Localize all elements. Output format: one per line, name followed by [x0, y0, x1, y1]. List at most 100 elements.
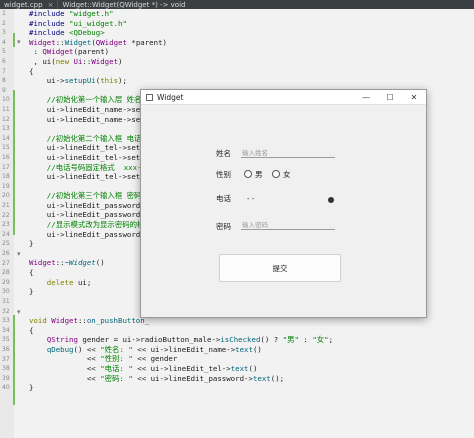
line-number: 19: [2, 182, 10, 190]
password-input[interactable]: 输入密码: [241, 220, 335, 230]
window-title: Widget: [157, 92, 184, 102]
code-token: ): [118, 56, 123, 66]
code-token: <QDebug>: [69, 28, 105, 38]
code-token: :: [298, 335, 313, 345]
code-token: ();: [270, 373, 285, 383]
code-token: ::: [82, 56, 92, 66]
code-token: delete: [29, 277, 78, 287]
code-token: QWidget: [95, 37, 127, 47]
code-line: << "电话: " << ui->lineEdit_tel->text(): [29, 364, 333, 374]
code-token: qDebug: [46, 344, 74, 354]
code-token: ui->lineEdit_name->set: [29, 104, 145, 114]
code-token: ui->: [29, 76, 65, 86]
code-token: //初始化第三个输入框 密码: [29, 191, 142, 201]
code-token: << gender: [132, 354, 178, 364]
editor-tab-bar: widget.cpp × Widget::Widget(QWidget *) -…: [0, 0, 474, 9]
name-input[interactable]: 输入姓名: [241, 148, 335, 158]
maximize-button[interactable]: ☐: [378, 90, 402, 104]
tab-label: widget.cpp: [4, 0, 43, 9]
code-token: Widget: [29, 37, 56, 47]
code-token: //初始化第二个输入框 电话: [29, 133, 142, 143]
line-number: 4: [2, 38, 6, 46]
code-token: {: [29, 268, 34, 278]
line-number: 20: [2, 192, 10, 200]
close-button[interactable]: ✕: [402, 90, 426, 104]
line-number: 31: [2, 298, 10, 305]
code-token: Widget: [29, 258, 56, 268]
line-number: 16: [2, 154, 10, 161]
minimize-button[interactable]: —: [354, 90, 378, 104]
line-number: 11: [2, 106, 10, 113]
line-number: 7: [2, 67, 6, 75]
tab-widget-cpp[interactable]: widget.cpp ×: [0, 0, 57, 9]
name-label: 姓名: [216, 149, 231, 158]
code-token: text: [235, 344, 253, 354]
code-token: ui->lineEdit_password-: [29, 229, 145, 239]
line-number: 18: [2, 173, 10, 181]
code-token: <<: [29, 373, 101, 383]
code-token: gender = ui->radioButton_male->: [77, 335, 221, 345]
code-line: {: [29, 326, 333, 336]
code-token: #include: [29, 9, 70, 18]
code-token: {: [29, 66, 34, 76]
code-line: ui->setupUi(this);: [29, 76, 333, 86]
code-token: "性别: ": [100, 354, 133, 364]
code-line: #include "widget.h": [29, 9, 333, 19]
code-token: *parent): [126, 37, 167, 47]
close-tab-icon[interactable]: ×: [48, 1, 54, 9]
tel-value: - -: [247, 195, 255, 203]
submit-label: 提交: [272, 263, 288, 273]
code-token: ui->lineEdit_password-: [29, 210, 145, 220]
code-token: "女": [312, 335, 329, 345]
symbol-selector[interactable]: Widget::Widget(QWidget *) -> void: [58, 0, 189, 9]
window-titlebar[interactable]: Widget — ☐ ✕: [141, 90, 426, 105]
submit-button[interactable]: 提交: [219, 254, 341, 282]
line-number: 23: [2, 221, 10, 229]
code-token: isChecked: [220, 335, 261, 345]
code-token: ::: [77, 316, 87, 325]
widget-window: Widget — ☐ ✕ 姓名 输入姓名 性别 男 女 电话 - - 密码 输入…: [140, 89, 427, 318]
code-token: }: [29, 239, 34, 249]
code-token: Widget: [51, 316, 78, 325]
fold-arrow-icon[interactable]: ▾: [17, 250, 21, 258]
code-token: ui->lineEdit_tel->setP: [29, 143, 145, 153]
line-number: 28: [2, 269, 10, 277]
code-line: << "性别: " << gender: [29, 354, 333, 364]
clear-icon[interactable]: [328, 197, 334, 203]
female-radio[interactable]: [272, 170, 280, 178]
code-token: ::: [55, 258, 65, 268]
code-token: //显示模式改为显示密码的模: [29, 220, 145, 230]
line-number: 24: [2, 230, 10, 238]
code-token: ~Widget: [64, 258, 96, 268]
password-label: 密码: [216, 222, 231, 231]
line-number: 39: [2, 374, 10, 382]
fold-arrow-icon[interactable]: ▾: [17, 308, 21, 316]
line-number: 5: [2, 48, 6, 56]
code-token: "密码: ": [100, 373, 133, 383]
code-token: (): [252, 344, 262, 354]
code-token: //初始化第一个输入层 姓名: [29, 95, 142, 105]
tel-input[interactable]: - -: [247, 194, 337, 205]
code-token: << ui->lineEdit_name->: [132, 344, 236, 354]
code-token: :: [29, 47, 43, 57]
code-token: void: [29, 316, 52, 325]
code-token: ui->lineEdit_tel->setI: [29, 172, 145, 182]
line-number: 37: [2, 355, 10, 363]
line-number: 8: [2, 77, 6, 85]
code-token: "ui_widget.h": [69, 18, 127, 28]
code-line: {: [29, 67, 333, 77]
change-marker: [13, 315, 15, 405]
line-number: 26: [2, 250, 10, 257]
code-token: setupUi: [64, 76, 96, 86]
fold-margin: [14, 9, 24, 438]
code-token: }: [29, 287, 34, 297]
line-number: 40: [2, 384, 10, 392]
code-token: ui->lineEdit_tel->setC: [29, 152, 145, 162]
male-radio[interactable]: [244, 170, 252, 178]
change-marker: [13, 90, 15, 235]
line-number: 6: [2, 58, 6, 65]
line-number: 10: [2, 96, 10, 104]
code-line: QString gender = ui->radioButton_male->i…: [29, 335, 333, 345]
fold-arrow-icon[interactable]: ▾: [17, 38, 21, 46]
code-line: #include "ui_widget.h": [29, 19, 333, 29]
